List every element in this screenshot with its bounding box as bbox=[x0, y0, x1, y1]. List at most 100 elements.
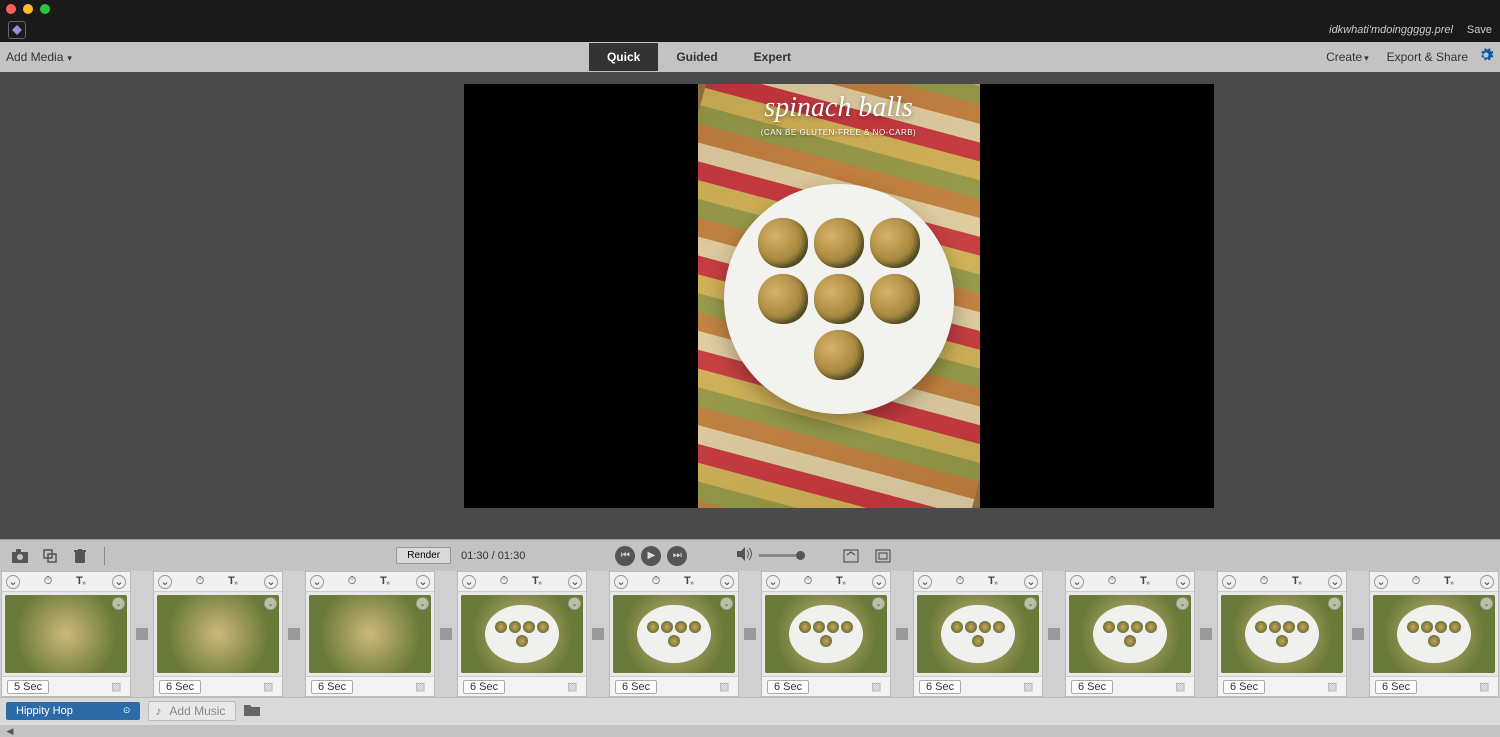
clip-in-dropdown[interactable]: ⌄ bbox=[6, 575, 20, 589]
clip-settings-icon[interactable]: ⌄ bbox=[568, 597, 581, 610]
clip-thumbnail[interactable]: ⌄ bbox=[461, 595, 583, 673]
clip-out-dropdown[interactable]: ⌄ bbox=[720, 575, 734, 589]
transition-slot[interactable] bbox=[284, 571, 304, 697]
safe-margins-icon[interactable] bbox=[873, 547, 893, 565]
music-folder-icon[interactable] bbox=[244, 703, 260, 719]
save-button[interactable]: Save bbox=[1467, 24, 1492, 36]
add-music-button[interactable]: ♪Add Music bbox=[148, 701, 236, 721]
clip-in-dropdown[interactable]: ⌄ bbox=[614, 575, 628, 589]
export-share-button[interactable]: Export & Share bbox=[1387, 50, 1468, 64]
timeline-clip-strip[interactable]: ⌄⏱T»⌄⌄5 Sec▨⌄⏱T»⌄⌄6 Sec▨⌄⏱T»⌄⌄6 Sec▨⌄⏱T»… bbox=[0, 571, 1500, 697]
clip-text-icon[interactable]: T» bbox=[532, 574, 544, 589]
timeline-clip[interactable]: ⌄⏱T»⌄⌄6 Sec▨ bbox=[153, 571, 283, 697]
transition-slot[interactable] bbox=[1044, 571, 1064, 697]
timeline-clip[interactable]: ⌄⏱T»⌄⌄6 Sec▨ bbox=[913, 571, 1043, 697]
clip-thumbnail[interactable]: ⌄ bbox=[613, 595, 735, 673]
clip-in-dropdown[interactable]: ⌄ bbox=[766, 575, 780, 589]
trash-icon[interactable] bbox=[70, 547, 90, 565]
clip-timer-icon[interactable]: ⏱ bbox=[1260, 575, 1269, 588]
clip-settings-icon[interactable]: ⌄ bbox=[112, 597, 125, 610]
music-track-chip[interactable]: Hippity Hop⊙ bbox=[6, 702, 140, 720]
clip-in-dropdown[interactable]: ⌄ bbox=[1222, 575, 1236, 589]
clip-thumbnail[interactable]: ⌄ bbox=[1221, 595, 1343, 673]
clip-settings-icon[interactable]: ⌄ bbox=[416, 597, 429, 610]
clip-out-dropdown[interactable]: ⌄ bbox=[264, 575, 278, 589]
clip-thumbnail[interactable]: ⌄ bbox=[917, 595, 1039, 673]
clip-in-dropdown[interactable]: ⌄ bbox=[918, 575, 932, 589]
snapshot-icon[interactable] bbox=[10, 547, 30, 565]
clip-settings-icon[interactable]: ⌄ bbox=[1176, 597, 1189, 610]
clip-settings-icon[interactable]: ⌄ bbox=[264, 597, 277, 610]
timeline-clip[interactable]: ⌄⏱T»⌄⌄6 Sec▨ bbox=[1369, 571, 1499, 697]
clip-text-icon[interactable]: T» bbox=[76, 574, 88, 589]
clip-text-icon[interactable]: T» bbox=[684, 574, 696, 589]
timeline-clip[interactable]: ⌄⏱T»⌄⌄6 Sec▨ bbox=[305, 571, 435, 697]
clip-text-icon[interactable]: T» bbox=[988, 574, 1000, 589]
clip-text-icon[interactable]: T» bbox=[380, 574, 392, 589]
clip-duration[interactable]: 6 Sec bbox=[311, 680, 353, 694]
clip-in-dropdown[interactable]: ⌄ bbox=[1374, 575, 1388, 589]
clip-text-icon[interactable]: T» bbox=[1140, 574, 1152, 589]
minimize-window-button[interactable] bbox=[23, 4, 33, 14]
clip-text-icon[interactable]: T» bbox=[1292, 574, 1304, 589]
clip-duration[interactable]: 6 Sec bbox=[615, 680, 657, 694]
render-button[interactable]: Render bbox=[396, 547, 451, 564]
transition-slot[interactable] bbox=[588, 571, 608, 697]
clip-out-dropdown[interactable]: ⌄ bbox=[112, 575, 126, 589]
clip-in-dropdown[interactable]: ⌄ bbox=[462, 575, 476, 589]
timeline-clip[interactable]: ⌄⏱T»⌄⌄6 Sec▨ bbox=[609, 571, 739, 697]
clip-text-icon[interactable]: T» bbox=[1444, 574, 1456, 589]
timeline-clip[interactable]: ⌄⏱T»⌄⌄6 Sec▨ bbox=[761, 571, 891, 697]
tab-guided[interactable]: Guided bbox=[658, 43, 735, 71]
clip-settings-icon[interactable]: ⌄ bbox=[872, 597, 885, 610]
clip-thumbnail[interactable]: ⌄ bbox=[1069, 595, 1191, 673]
clip-in-dropdown[interactable]: ⌄ bbox=[310, 575, 324, 589]
fullscreen-preview-icon[interactable] bbox=[841, 547, 861, 565]
clip-text-icon[interactable]: T» bbox=[836, 574, 848, 589]
timeline-clip[interactable]: ⌄⏱T»⌄⌄6 Sec▨ bbox=[1065, 571, 1195, 697]
create-menu[interactable]: Create bbox=[1326, 50, 1369, 64]
clip-thumbnail[interactable]: ⌄ bbox=[765, 595, 887, 673]
zoom-window-button[interactable] bbox=[40, 4, 50, 14]
volume-slider[interactable] bbox=[759, 554, 805, 557]
clip-settings-icon[interactable]: ⌄ bbox=[1024, 597, 1037, 610]
close-window-button[interactable] bbox=[6, 4, 16, 14]
clip-duration[interactable]: 6 Sec bbox=[919, 680, 961, 694]
clip-timer-icon[interactable]: ⏱ bbox=[1412, 575, 1421, 588]
prev-frame-button[interactable]: ⏮ bbox=[615, 546, 635, 566]
volume-icon[interactable] bbox=[737, 547, 753, 564]
clip-duration[interactable]: 6 Sec bbox=[1223, 680, 1265, 694]
clip-out-dropdown[interactable]: ⌄ bbox=[1024, 575, 1038, 589]
clip-thumbnail[interactable]: ⌄ bbox=[309, 595, 431, 673]
transition-slot[interactable] bbox=[892, 571, 912, 697]
settings-gear-icon[interactable] bbox=[1478, 47, 1494, 68]
transition-slot[interactable] bbox=[436, 571, 456, 697]
clip-timer-icon[interactable]: ⏱ bbox=[44, 575, 53, 588]
play-button[interactable]: ▶ bbox=[641, 546, 661, 566]
clip-out-dropdown[interactable]: ⌄ bbox=[1328, 575, 1342, 589]
transition-slot[interactable] bbox=[740, 571, 760, 697]
clip-text-icon[interactable]: T» bbox=[228, 574, 240, 589]
transition-slot[interactable] bbox=[132, 571, 152, 697]
timeline-clip[interactable]: ⌄⏱T»⌄⌄5 Sec▨ bbox=[1, 571, 131, 697]
preview-video-frame[interactable]: spinach balls (CAN BE GLUTEN-FREE & NO-C… bbox=[698, 84, 980, 508]
add-media-button[interactable]: Add Media bbox=[0, 50, 72, 64]
horizontal-scrollbar[interactable]: ◀▶ bbox=[0, 725, 1500, 737]
clip-duration[interactable]: 6 Sec bbox=[767, 680, 809, 694]
clip-thumbnail[interactable]: ⌄ bbox=[5, 595, 127, 673]
clip-settings-icon[interactable]: ⌄ bbox=[1480, 597, 1493, 610]
clip-out-dropdown[interactable]: ⌄ bbox=[568, 575, 582, 589]
clip-timer-icon[interactable]: ⏱ bbox=[652, 575, 661, 588]
transition-slot[interactable] bbox=[1348, 571, 1368, 697]
clip-duration[interactable]: 6 Sec bbox=[1375, 680, 1417, 694]
clip-timer-icon[interactable]: ⏱ bbox=[1108, 575, 1117, 588]
clip-timer-icon[interactable]: ⏱ bbox=[348, 575, 357, 588]
timeline-clip[interactable]: ⌄⏱T»⌄⌄6 Sec▨ bbox=[457, 571, 587, 697]
clip-timer-icon[interactable]: ⏱ bbox=[196, 575, 205, 588]
clip-thumbnail[interactable]: ⌄ bbox=[1373, 595, 1495, 673]
tab-expert[interactable]: Expert bbox=[736, 43, 809, 71]
clip-out-dropdown[interactable]: ⌄ bbox=[872, 575, 886, 589]
marker-icon[interactable] bbox=[40, 547, 60, 565]
clip-settings-icon[interactable]: ⌄ bbox=[1328, 597, 1341, 610]
clip-timer-icon[interactable]: ⏱ bbox=[956, 575, 965, 588]
